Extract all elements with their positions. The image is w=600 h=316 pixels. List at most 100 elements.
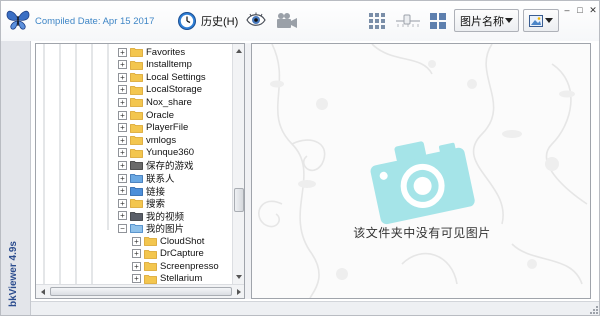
expand-icon[interactable]: +	[118, 135, 127, 145]
app-window: Compiled Date: Apr 15 2017 历史(H) 图片名称 – …	[0, 0, 600, 316]
expand-icon[interactable]: +	[118, 72, 127, 82]
tree-item-label: Screenpresso	[160, 260, 219, 272]
tree-item[interactable]: + Favorites	[118, 46, 185, 58]
folder-tree-panel[interactable]: + Favorites + Installtemp + Local Settings + Lo…	[35, 43, 245, 299]
resize-grip-icon[interactable]	[589, 305, 599, 315]
scroll-up-icon[interactable]	[233, 45, 245, 57]
tree-item[interactable]: + PlayerFile	[118, 122, 188, 134]
tree-item-label: DrCapture	[160, 248, 204, 260]
expand-icon[interactable]: +	[132, 274, 141, 284]
tree-item[interactable]: + 搜索	[118, 197, 165, 210]
expand-icon[interactable]: +	[118, 173, 127, 183]
pictures-icon	[130, 224, 143, 234]
tree-item-label: Favorites	[146, 46, 186, 58]
minimize-button[interactable]: –	[562, 5, 572, 15]
view-mode-dropdown[interactable]	[523, 9, 559, 32]
tree-item[interactable]: − 我的图片	[118, 222, 185, 236]
scroll-down-icon[interactable]	[233, 271, 245, 283]
tree-item[interactable]: + Screenpresso	[132, 260, 219, 272]
image-view-icon	[529, 15, 543, 27]
tree-item-label: 我的图片	[146, 224, 185, 236]
eye-icon[interactable]	[246, 12, 266, 28]
thumbnail-size-slider[interactable]	[395, 11, 421, 31]
expand-icon[interactable]: +	[132, 261, 141, 271]
folder-icon	[130, 73, 143, 83]
expand-icon[interactable]: +	[118, 186, 127, 196]
tree-item-label: Local Settings	[146, 71, 206, 83]
horizontal-scroll-thumb[interactable]	[50, 287, 232, 296]
folder-icon	[144, 262, 157, 272]
butterfly-icon	[6, 10, 30, 30]
folder-icon	[130, 136, 143, 146]
folder-icon	[130, 85, 143, 95]
expand-icon[interactable]: +	[118, 148, 127, 158]
tree-item-label: Nox_share	[146, 96, 192, 108]
tree-item-label: Yunque360	[146, 147, 195, 159]
clock-icon	[178, 12, 196, 30]
tree-item[interactable]: + 我的视频	[118, 210, 184, 223]
status-bar	[31, 301, 599, 315]
tree-item-label: PlayerFile	[146, 122, 189, 134]
folder-icon	[130, 98, 143, 108]
tree-guide-lines	[43, 44, 109, 284]
videos-icon	[130, 211, 143, 221]
chevron-down-icon	[545, 18, 553, 23]
expand-icon[interactable]: +	[118, 85, 127, 95]
tree-item[interactable]: + 联系人	[118, 172, 175, 185]
tree-item[interactable]: + Yunque360	[118, 147, 194, 159]
tree-item-label: LocalStorage	[146, 84, 202, 96]
tree-horizontal-scrollbar[interactable]	[36, 284, 245, 298]
expand-icon[interactable]: +	[118, 123, 127, 133]
chevron-down-icon	[505, 18, 513, 23]
expand-icon[interactable]: +	[118, 198, 127, 208]
expand-icon[interactable]: +	[118, 110, 127, 120]
tree-item[interactable]: + 保存的游戏	[118, 159, 194, 172]
tree-item[interactable]: + Installtemp	[118, 59, 192, 71]
folder-icon	[144, 274, 157, 284]
camera-placeholder-icon	[370, 141, 475, 225]
expand-icon[interactable]: +	[132, 249, 141, 259]
expand-icon[interactable]: +	[118, 60, 127, 70]
tree-vertical-scrollbar[interactable]	[232, 44, 244, 284]
tree-item[interactable]: + LocalStorage	[118, 84, 202, 96]
close-button[interactable]: ✕	[588, 5, 598, 15]
folder-icon	[130, 60, 143, 70]
sort-dropdown-value: 图片名称	[460, 15, 504, 28]
contacts-icon	[130, 174, 143, 183]
tree-item[interactable]: + Oracle	[118, 109, 174, 121]
version-label: bkViewer 4.9s	[8, 241, 19, 307]
grid-large-icon[interactable]	[368, 12, 386, 30]
tree-item[interactable]: + Nox_share	[118, 96, 192, 108]
folder-icon	[130, 48, 143, 57]
sort-dropdown[interactable]: 图片名称	[454, 9, 519, 32]
expand-icon[interactable]: +	[118, 47, 127, 57]
image-preview-panel[interactable]: 该文件夹中没有可见图片	[251, 43, 591, 299]
expand-icon[interactable]: +	[118, 97, 127, 107]
scroll-left-icon[interactable]	[37, 286, 49, 298]
expand-icon[interactable]: +	[132, 236, 141, 246]
search-folder-icon	[130, 199, 143, 209]
maximize-button[interactable]: □	[575, 5, 585, 15]
tree-item[interactable]: + DrCapture	[132, 248, 204, 260]
camera-icon[interactable]	[276, 12, 298, 30]
compiled-date-label: Compiled Date: Apr 15 2017	[35, 16, 155, 27]
side-band: bkViewer 4.9s	[1, 41, 31, 315]
history-label: 历史(H)	[201, 16, 239, 28]
tree-item[interactable]: + Local Settings	[118, 71, 206, 83]
grid-small-icon[interactable]	[429, 12, 447, 30]
scroll-right-icon[interactable]	[233, 286, 245, 298]
expand-icon[interactable]: +	[118, 160, 127, 170]
tree-item[interactable]: + vmlogs	[118, 134, 176, 146]
vertical-scroll-thumb[interactable]	[234, 188, 244, 212]
expand-icon[interactable]: +	[118, 211, 127, 221]
folder-icon	[144, 237, 157, 246]
tree-item[interactable]: + CloudShot	[132, 235, 204, 247]
folder-icon	[130, 111, 143, 120]
tree-item[interactable]: + 链接	[118, 185, 165, 198]
history-button[interactable]: 历史(H)	[177, 10, 238, 32]
tree-item-label: Stellarium	[160, 273, 203, 285]
tree-item[interactable]: + Stellarium	[132, 273, 202, 285]
folder-icon	[130, 123, 143, 133]
collapse-icon[interactable]: −	[118, 223, 127, 233]
folder-icon	[130, 148, 143, 158]
